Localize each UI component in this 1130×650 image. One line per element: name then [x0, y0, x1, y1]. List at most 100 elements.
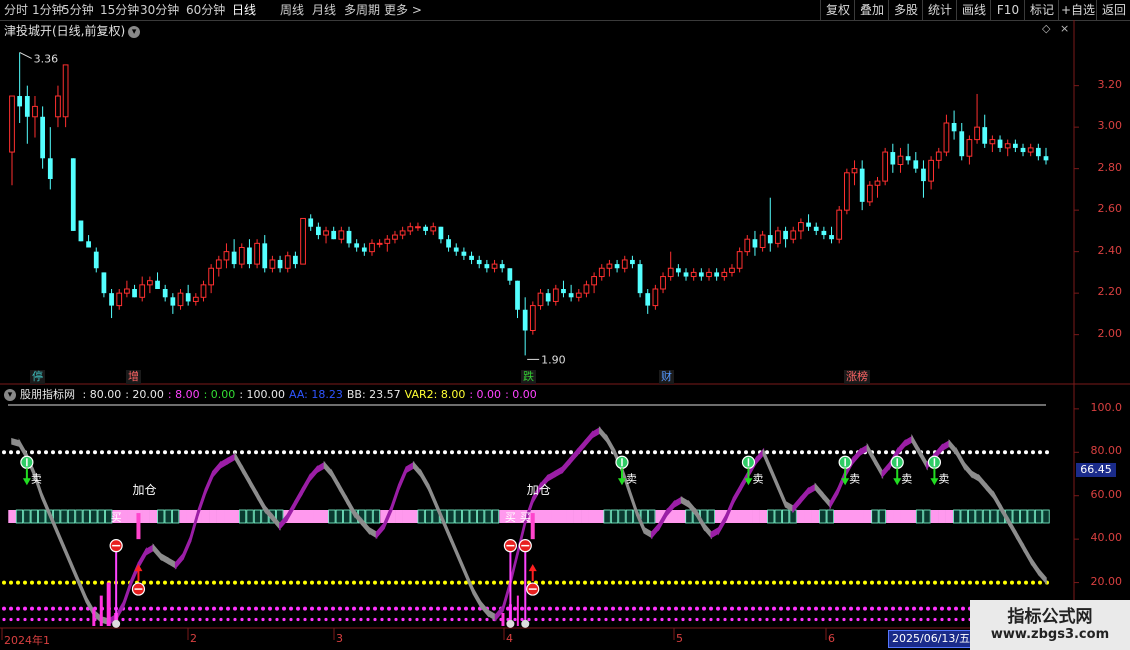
event-tag-0[interactable]: 停 — [30, 370, 45, 384]
level-20-dot — [884, 580, 888, 585]
price-axis-label: 2.40 — [1097, 243, 1123, 257]
candle-body-up — [552, 288, 559, 302]
level-80-dot — [79, 450, 83, 455]
band-block-up — [179, 510, 188, 523]
level-3-dot — [800, 617, 804, 622]
candle-body-down — [522, 309, 528, 331]
band-block-down — [603, 509, 611, 524]
candle-body-down — [461, 251, 467, 256]
price-axis-label: 2.00 — [1097, 326, 1123, 340]
level-8-dot — [758, 606, 762, 611]
low-price-label: 1.90 — [541, 353, 566, 366]
candle-body-up — [935, 151, 942, 161]
level-8-dot — [877, 606, 881, 611]
band-block-up — [224, 510, 232, 523]
band-block-up — [8, 510, 17, 523]
sell-label: 卖 — [752, 472, 763, 485]
event-tag-1[interactable]: 增 — [126, 370, 141, 384]
level-3-dot — [163, 617, 167, 622]
level-3-dot — [765, 617, 769, 622]
level-8-dot — [562, 606, 566, 611]
candle-body-down — [361, 247, 367, 252]
down-arrow-head-icon — [930, 478, 939, 486]
band-block-up — [395, 510, 403, 523]
candle-body-up — [598, 267, 605, 278]
level-8-dot — [786, 606, 790, 611]
oscillator-segment — [167, 557, 177, 570]
level-80-dot — [352, 450, 356, 455]
level-3-dot — [877, 617, 881, 622]
candle-body-down — [752, 239, 758, 248]
level-3-dot — [156, 617, 160, 622]
candle-body-up — [254, 242, 260, 265]
level-80-dot — [44, 450, 48, 455]
level-20-dot — [93, 580, 97, 585]
price-axis-label: 3.20 — [1097, 77, 1123, 91]
band-block-up — [938, 510, 946, 523]
level-3-dot — [254, 617, 258, 622]
level-3-dot — [149, 617, 153, 622]
candle-body-down — [1043, 156, 1049, 161]
event-tag-3[interactable]: 财 — [659, 370, 674, 384]
event-tag-4[interactable]: 涨榜 — [844, 370, 870, 384]
candle-body-up — [775, 230, 781, 244]
level-80-dot — [317, 450, 321, 455]
level-8-dot — [352, 606, 356, 611]
level-20-dot — [786, 580, 790, 585]
level-80-dot — [51, 450, 55, 455]
level-3-dot — [730, 617, 734, 622]
candle-body-down — [331, 230, 337, 240]
level-80-dot — [730, 450, 734, 455]
level-20-dot — [324, 580, 328, 585]
level-20-dot — [709, 580, 713, 585]
level-8-dot — [611, 606, 615, 611]
level-3-dot — [128, 617, 132, 622]
level-20-dot — [751, 580, 755, 585]
level-20-dot — [443, 580, 447, 585]
level-8-dot — [219, 606, 223, 611]
candle-body-up — [759, 234, 766, 249]
level-20-dot — [842, 580, 846, 585]
indicator-axis-label: 20.00 — [1090, 574, 1123, 588]
level-80-dot — [513, 450, 517, 455]
level-80-dot — [219, 450, 223, 455]
candle-body-up — [32, 105, 38, 118]
level-80-dot — [639, 450, 643, 455]
chevron-down-icon[interactable]: ▾ — [4, 389, 16, 401]
level-80-dot — [450, 450, 454, 455]
band-block-down — [372, 509, 381, 524]
level-20-dot — [16, 580, 20, 585]
oscillator-segment — [777, 484, 787, 508]
candle-body-up — [989, 139, 996, 145]
level-3-dot — [933, 617, 937, 622]
level-3-dot — [898, 617, 902, 622]
band-block-up — [677, 510, 686, 523]
level-8-dot — [548, 606, 552, 611]
level-3-dot — [513, 617, 517, 622]
band-block-down — [164, 509, 172, 524]
level-20-dot — [912, 580, 916, 585]
level-8-dot — [177, 606, 181, 611]
level-80-dot — [569, 450, 573, 455]
oscillator-segment — [822, 491, 832, 509]
current-indicator-value: 66.45 — [1076, 463, 1116, 477]
level-20-dot — [30, 580, 34, 585]
event-tag-2[interactable]: 跌 — [521, 370, 536, 384]
candle-body-up — [384, 238, 391, 244]
candle-body-up — [843, 172, 850, 211]
buy-label: 买 — [505, 511, 516, 524]
level-3-dot — [576, 617, 580, 622]
level-20-dot — [800, 580, 804, 585]
level-3-dot — [527, 617, 531, 622]
level-8-dot — [163, 606, 167, 611]
oscillator-segment — [160, 552, 169, 565]
level-20-dot — [121, 580, 125, 585]
level-8-dot — [296, 606, 300, 611]
level-80-dot — [751, 450, 755, 455]
level-80-dot — [198, 450, 202, 455]
band-block-up — [863, 510, 872, 523]
level-3-dot — [639, 617, 643, 622]
candle-body-up — [200, 284, 207, 298]
band-block-up — [804, 510, 812, 523]
level-80-dot — [373, 450, 377, 455]
